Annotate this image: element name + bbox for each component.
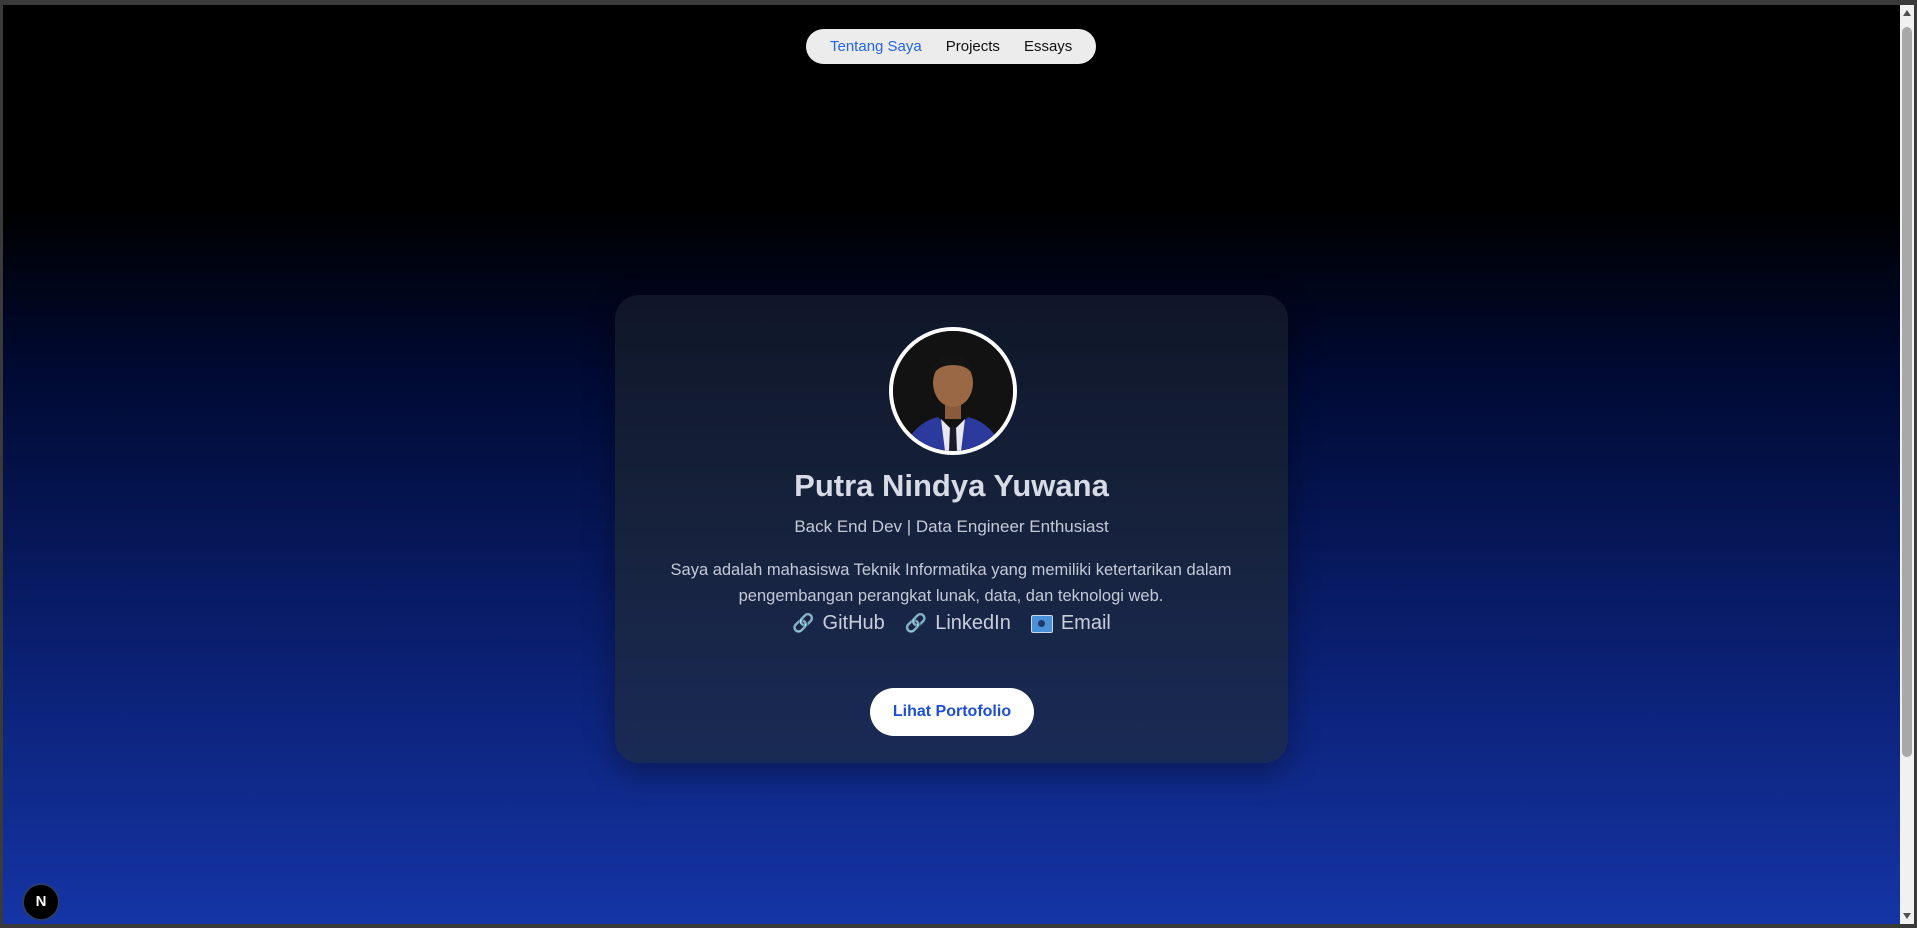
scroll-down-arrow-icon[interactable] (1903, 913, 1911, 919)
email-label: Email (1060, 612, 1111, 634)
link-icon: 🔗 (904, 613, 928, 633)
avatar (889, 327, 1017, 455)
scroll-thumb[interactable] (1902, 27, 1912, 757)
linkedin-label: LinkedIn (935, 612, 1011, 634)
view-portfolio-button[interactable]: Lihat Portofolio (870, 688, 1034, 736)
profile-bio: Saya adalah mahasiswa Teknik Informatika… (670, 561, 1232, 605)
profile-card: Putra Nindya Yuwana Back End Dev | Data … (615, 295, 1288, 763)
profile-name: Putra Nindya Yuwana (794, 468, 1109, 503)
github-link[interactable]: 🔗 GitHub (792, 612, 885, 635)
link-icon: 🔗 (792, 613, 815, 633)
nextjs-badge-icon[interactable]: N (24, 885, 58, 919)
social-links: 🔗 GitHub 🔗 LinkedIn Email (615, 612, 1288, 635)
scroll-up-arrow-icon[interactable] (1903, 10, 1911, 16)
top-nav: Tentang Saya Projects Essays (806, 29, 1097, 64)
nav-essays[interactable]: Essays (1024, 38, 1072, 55)
nav-tentang-saya[interactable]: Tentang Saya (830, 38, 922, 55)
avatar-photo (893, 331, 1013, 451)
email-link[interactable]: Email (1030, 612, 1111, 635)
linkedin-link[interactable]: 🔗 LinkedIn (905, 612, 1011, 635)
scrollbar[interactable] (1900, 5, 1914, 924)
page-viewport: Tentang Saya Projects Essays Putra Nindy… (3, 5, 1900, 924)
nav-projects[interactable]: Projects (946, 38, 1000, 55)
github-label: GitHub (822, 612, 885, 634)
email-icon (1030, 614, 1053, 633)
profile-subtitle: Back End Dev | Data Engineer Enthusiast (794, 517, 1109, 536)
